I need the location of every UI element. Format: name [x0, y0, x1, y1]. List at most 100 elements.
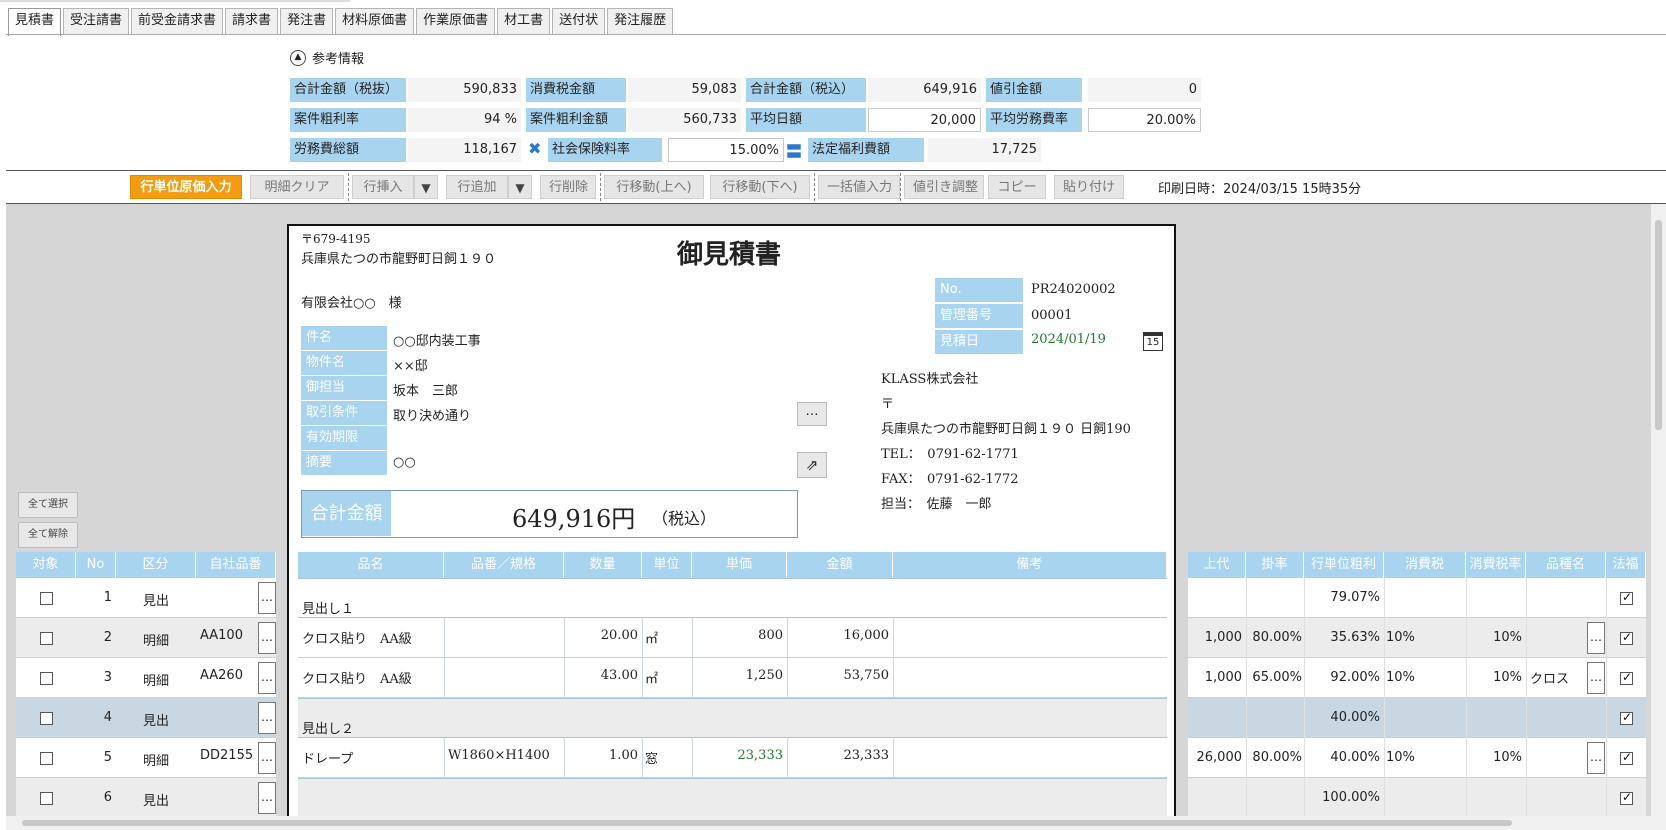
- tab-invoice[interactable]: 請求書: [225, 8, 279, 34]
- kind-lookup-button[interactable]: …: [1587, 662, 1605, 694]
- total-tax-note: （税込）: [652, 509, 717, 528]
- target-checkbox[interactable]: [40, 592, 53, 605]
- insert-row-button[interactable]: 行挿入: [352, 175, 414, 199]
- company-postal: 〒: [881, 397, 895, 412]
- terms: 取り決め通り: [393, 409, 472, 424]
- label-average-daily: 平均日額: [746, 108, 866, 132]
- row-profit: 35.63%: [1330, 630, 1380, 645]
- add-row-dropdown-icon[interactable]: ▼: [508, 175, 532, 199]
- label-expiry: 有効期限: [301, 426, 387, 450]
- label-subject: 件名: [301, 326, 387, 350]
- row-rate: 80.00%: [1252, 630, 1302, 645]
- row-consumption-tax: 10%: [1386, 670, 1415, 685]
- row-item-name: クロス貼り AA級: [302, 672, 412, 687]
- insert-row-dropdown-icon[interactable]: ▼: [414, 175, 438, 199]
- product-lookup-button[interactable]: …: [258, 702, 276, 734]
- collapse-up-icon[interactable]: ▲: [290, 49, 306, 66]
- product-lookup-button[interactable]: …: [258, 782, 276, 814]
- row-profit: 79.07%: [1330, 590, 1380, 605]
- row-quantity: 20.00: [600, 628, 638, 643]
- tab-estimate[interactable]: 見積書: [8, 8, 62, 36]
- select-all-button[interactable]: 全て選択: [18, 492, 78, 518]
- legal-welfare-checkbox[interactable]: [1620, 590, 1633, 605]
- move-row-up-button[interactable]: 行移動(上へ): [604, 175, 704, 199]
- move-row-down-button[interactable]: 行移動(下へ): [710, 175, 810, 199]
- target-checkbox[interactable]: [40, 632, 53, 645]
- row-list-price: 26,000: [1196, 750, 1243, 765]
- target-checkbox[interactable]: [40, 672, 53, 685]
- vertical-scrollbar-thumb[interactable]: [1655, 220, 1662, 430]
- company-fax: FAX： 0791-62-1772: [881, 472, 1019, 487]
- document-row[interactable]: [298, 578, 1167, 618]
- value-total-incl-tax: 649,916: [868, 78, 981, 102]
- estimate-date[interactable]: 2024/01/19: [1031, 332, 1106, 347]
- label-total-incl-tax: 合計金額（税込）: [746, 78, 866, 102]
- tab-advance-invoice[interactable]: 前受金請求書: [131, 8, 224, 34]
- label-total-excl-tax: 合計金額（税抜）: [290, 78, 406, 102]
- detail-row[interactable]: [1188, 578, 1646, 618]
- row-tax-rate: 10%: [1493, 670, 1522, 685]
- product-lookup-button[interactable]: …: [258, 622, 276, 654]
- legal-welfare-checkbox[interactable]: [1620, 750, 1633, 765]
- label-terms: 取引条件: [301, 401, 387, 425]
- row-no: 5: [103, 750, 112, 765]
- tab-cover-letter[interactable]: 送付状: [552, 8, 606, 34]
- tab-purchase-order[interactable]: 発注書: [280, 8, 334, 34]
- equals-icon: 〓: [786, 142, 803, 161]
- legal-welfare-checkbox[interactable]: [1620, 790, 1633, 805]
- header-item-name: 品名: [298, 552, 444, 578]
- kind-lookup-button[interactable]: …: [1587, 622, 1605, 654]
- row-unit: 窓: [645, 752, 659, 767]
- document-row[interactable]: [298, 778, 1167, 818]
- target-checkbox[interactable]: [40, 792, 53, 805]
- bulk-input-button[interactable]: 一括値入力: [818, 175, 900, 199]
- legal-welfare-checkbox[interactable]: [1620, 710, 1633, 725]
- unit-cost-input-button[interactable]: 行単位原価入力: [130, 175, 242, 199]
- document-row[interactable]: [298, 698, 1167, 738]
- product-lookup-button[interactable]: …: [258, 582, 276, 614]
- reference-header[interactable]: ▲ 参考情報: [290, 48, 364, 67]
- more-options-button[interactable]: …: [797, 402, 827, 426]
- kind-lookup-button[interactable]: …: [1587, 742, 1605, 774]
- legal-welfare-checkbox[interactable]: [1620, 630, 1633, 645]
- tab-material-cost[interactable]: 材料原価書: [335, 8, 415, 34]
- row-no: 6: [103, 790, 112, 805]
- label-property: 物件名: [301, 351, 387, 375]
- average-daily-input[interactable]: 20,000: [868, 108, 981, 132]
- add-row-button[interactable]: 行追加: [446, 175, 508, 199]
- labor-cost-rate-input[interactable]: 20.00%: [1088, 108, 1201, 132]
- row-list-price: 1,000: [1204, 670, 1242, 685]
- row-no: 2: [103, 630, 112, 645]
- total-label: 合計金額: [302, 491, 391, 536]
- target-checkbox[interactable]: [40, 712, 53, 725]
- deselect-all-button[interactable]: 全て解除: [18, 522, 78, 548]
- social-insurance-rate-input[interactable]: 15.00%: [668, 138, 784, 162]
- discount-adjust-button[interactable]: 値引き調整: [904, 175, 984, 199]
- legal-welfare-checkbox[interactable]: [1620, 670, 1633, 685]
- label-gross-margin-rate: 案件粗利率: [290, 108, 406, 132]
- header-row-profit: 行単位粗利: [1304, 552, 1384, 578]
- calendar-icon[interactable]: 15: [1143, 332, 1163, 351]
- row-consumption-tax: 10%: [1386, 750, 1415, 765]
- company-name: KLASS株式会社: [881, 372, 979, 387]
- detail-row[interactable]: [1188, 698, 1646, 738]
- row-product-code: DD2155: [200, 748, 254, 763]
- product-lookup-button[interactable]: …: [258, 662, 276, 694]
- product-lookup-button[interactable]: …: [258, 742, 276, 774]
- tab-order-history[interactable]: 発注履歴: [607, 8, 674, 34]
- target-checkbox[interactable]: [40, 752, 53, 765]
- reference-title: 参考情報: [312, 52, 365, 67]
- tab-order-acknowledgment[interactable]: 受注請書: [63, 8, 130, 34]
- row-quantity: 43.00: [600, 668, 638, 683]
- clear-details-button[interactable]: 明細クリア: [250, 175, 344, 199]
- label-tax-amount: 消費税金額: [526, 78, 626, 102]
- detail-row[interactable]: [1188, 778, 1646, 818]
- tab-material-labor[interactable]: 材工書: [497, 8, 551, 34]
- export-icon[interactable]: ⇗: [797, 452, 827, 478]
- copy-button[interactable]: コピー: [988, 175, 1046, 199]
- horizontal-scrollbar-thumb[interactable]: [22, 820, 1512, 826]
- total-box: 合計金額 649,916円 （税込）: [301, 490, 798, 538]
- delete-row-button[interactable]: 行削除: [540, 175, 596, 199]
- tab-work-cost[interactable]: 作業原価書: [416, 8, 496, 34]
- paste-button[interactable]: 貼り付け: [1054, 175, 1124, 199]
